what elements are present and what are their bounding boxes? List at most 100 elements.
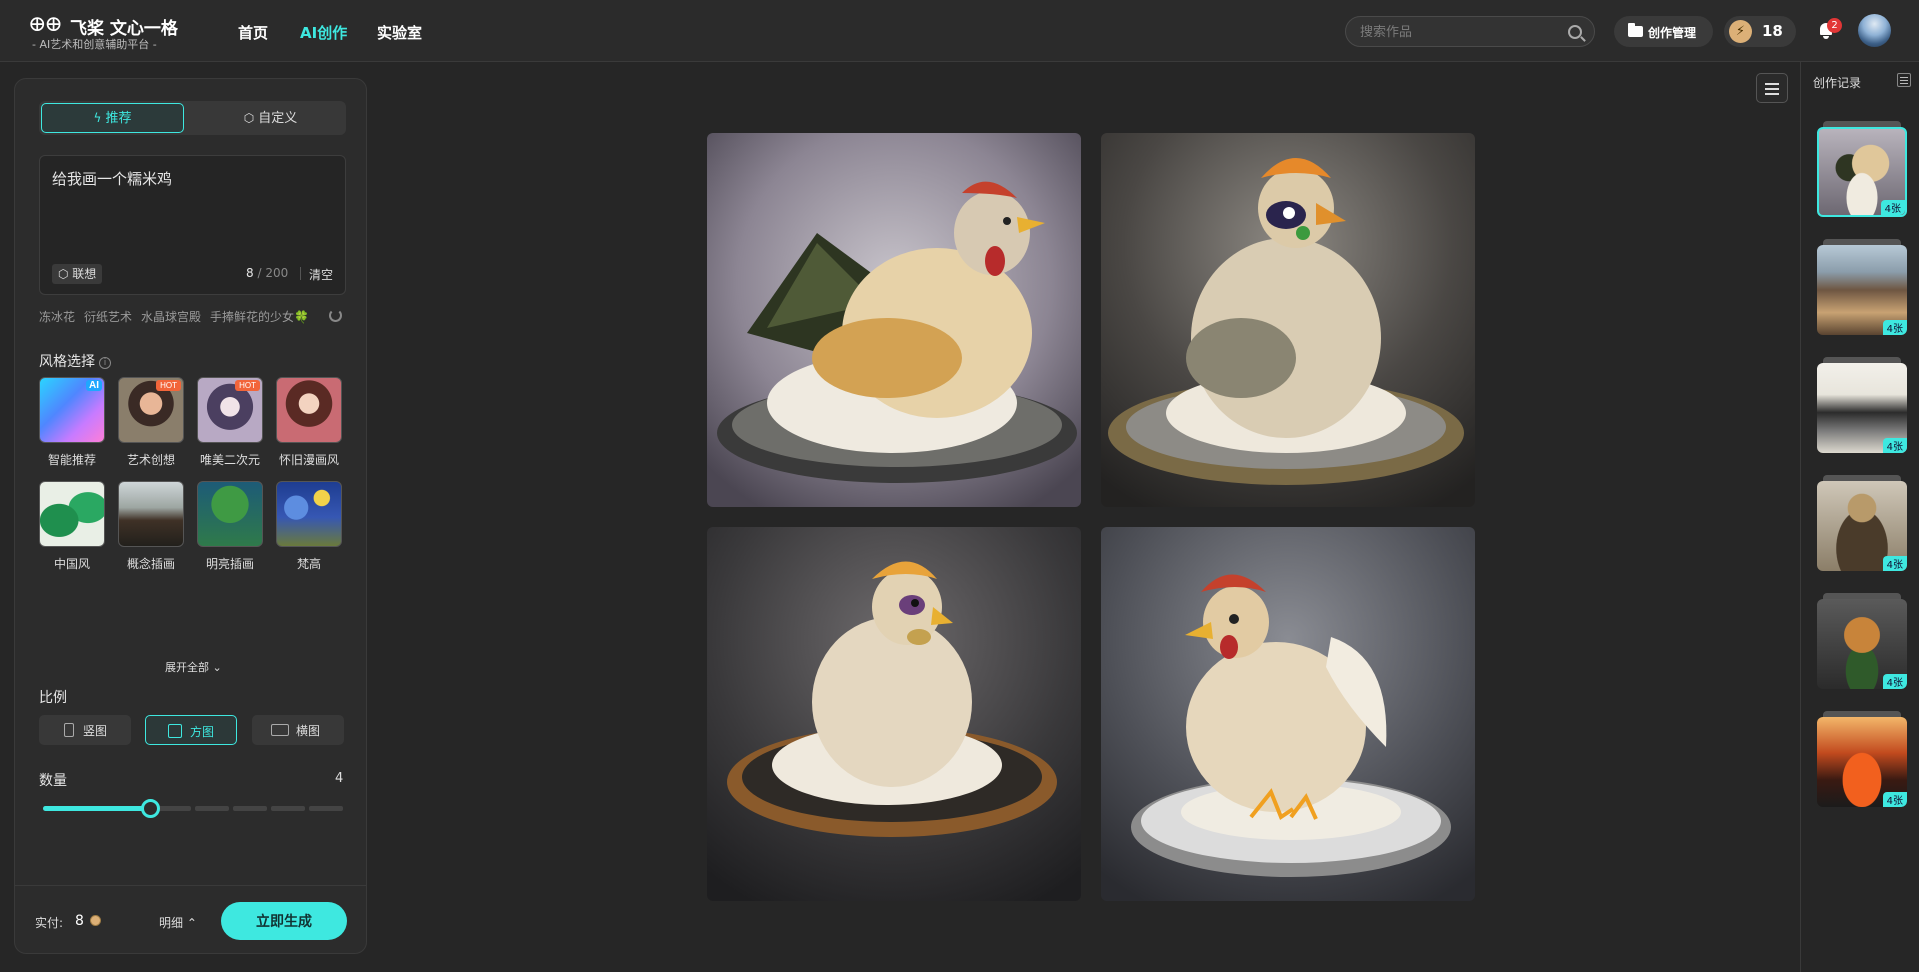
top-bar: ⊕⊕ 飞桨 文心一格 - AI艺术和创意辅助平台 - 首页 AI创作 实验室 创…: [0, 0, 1919, 62]
quantity-section-title: 数量: [39, 773, 67, 789]
list-view-toggle[interactable]: [1756, 73, 1788, 103]
style-section-title: 风格选择 i: [39, 351, 111, 371]
clear-button[interactable]: 清空: [309, 266, 333, 283]
history-item[interactable]: 4张: [1817, 357, 1907, 453]
image-count-badge: 4张: [1880, 200, 1905, 215]
style-thumbnail: [197, 481, 263, 547]
creation-manage-button[interactable]: 创作管理: [1614, 16, 1713, 47]
history-thumbnail: 4张: [1817, 127, 1907, 217]
details-toggle[interactable]: 明细 ⌃: [159, 914, 197, 931]
tab-custom[interactable]: ⬡ 自定义: [199, 103, 342, 133]
generate-button[interactable]: 立即生成: [221, 902, 347, 940]
suggestion-tag[interactable]: 手捧鲜花的少女🍀: [210, 308, 309, 325]
nav-lab[interactable]: 实验室: [377, 22, 422, 43]
credits-display[interactable]: ⚡ 18: [1724, 16, 1796, 47]
hot-badge: HOT: [235, 380, 260, 391]
result-image-3[interactable]: [707, 527, 1081, 901]
refresh-icon[interactable]: [329, 309, 342, 322]
quantity-slider[interactable]: [43, 799, 343, 818]
search-icon[interactable]: [1568, 25, 1582, 39]
rice-chicken-bronze-plate-image: [707, 527, 1081, 901]
history-thumbnail: 4张: [1817, 717, 1907, 807]
history-thumbnail: 4张: [1817, 245, 1907, 335]
image-count-badge: 4张: [1882, 438, 1907, 453]
image-count-badge: 4张: [1882, 792, 1907, 807]
slider-handle[interactable]: [141, 799, 160, 818]
style-name: 怀旧漫画风: [278, 453, 339, 467]
tab-recommend[interactable]: ϟ 推荐: [41, 103, 184, 133]
suggestion-tags: 冻冰花 衍纸艺术 水晶球宫殿 手捧鲜花的少女🍀: [39, 308, 318, 326]
style-name: 艺术创想: [126, 453, 175, 467]
info-icon[interactable]: i: [99, 357, 111, 369]
ratio-label: 竖图: [83, 724, 108, 738]
ratio-label: 横图: [296, 724, 321, 738]
creation-manage-label: 创作管理: [1648, 26, 1697, 40]
nav-ai-create[interactable]: AI创作: [300, 22, 347, 43]
zongzi-chicken-image: [707, 133, 1081, 507]
char-counter: 8 / 200: [246, 266, 288, 280]
folder-icon: [1628, 23, 1643, 37]
style-name: 概念插画: [126, 557, 175, 571]
history-thumbnail: 4张: [1817, 363, 1907, 453]
style-name: 唯美二次元: [199, 453, 260, 467]
result-image-4[interactable]: [1101, 527, 1475, 901]
landscape-icon: [271, 724, 289, 736]
result-image-1[interactable]: [707, 133, 1081, 507]
suggestion-tag[interactable]: 水晶球宫殿: [141, 308, 201, 325]
ratio-portrait-button[interactable]: 竖图: [39, 715, 131, 745]
avatar[interactable]: [1858, 14, 1891, 47]
rice-chicken-image: [1101, 133, 1475, 507]
history-item[interactable]: 4张: [1817, 121, 1907, 217]
style-name: 中国风: [53, 557, 90, 571]
list-menu-icon[interactable]: [1897, 73, 1911, 87]
logo-subtitle: - AI艺术和创意辅助平台 -: [32, 38, 157, 51]
quantity-value: 4: [335, 771, 344, 786]
char-max: / 200: [257, 266, 289, 280]
style-name: 明亮插画: [205, 557, 254, 571]
ratio-landscape-button[interactable]: 横图: [252, 715, 344, 745]
history-sidebar: 创作记录 4张 4张 4张 4张 4张 4张: [1800, 62, 1919, 972]
style-title-label: 风格选择: [39, 354, 95, 370]
logo-mark: ⊕⊕: [28, 12, 63, 37]
suggestion-tag[interactable]: 冻冰花: [39, 308, 75, 325]
style-name: 智能推荐: [47, 453, 96, 467]
search-input[interactable]: [1360, 22, 1560, 42]
style-thumbnail: [276, 481, 342, 547]
image-count-badge: 4张: [1882, 556, 1907, 571]
rice-chicken-standing-image: [1101, 527, 1475, 901]
ratio-label: 方图: [190, 725, 215, 739]
style-thumbnail: [276, 377, 342, 443]
coin-icon: [90, 915, 101, 926]
checklist-icon: [1765, 83, 1779, 85]
history-item[interactable]: 4张: [1817, 711, 1907, 807]
checklist-icon: [1765, 93, 1779, 95]
slider-segment: [195, 806, 229, 811]
ratio-square-button[interactable]: 方图: [145, 715, 237, 745]
prompt-text[interactable]: 给我画一个糯米鸡: [52, 168, 172, 189]
expand-all-link[interactable]: 展开全部 ⌄: [165, 659, 222, 675]
slider-segment: [233, 806, 267, 811]
associate-button[interactable]: ⬡ 联想: [52, 264, 103, 284]
style-name: 梵高: [296, 557, 321, 571]
history-thumbnail: 4张: [1817, 599, 1907, 689]
square-icon: [168, 724, 182, 738]
associate-label: 联想: [72, 267, 97, 281]
ratio-section-title: 比例: [39, 690, 67, 706]
notification-badge: 2: [1827, 18, 1842, 33]
search-box: [1345, 16, 1595, 47]
hot-badge: HOT: [156, 380, 181, 391]
nav-home[interactable]: 首页: [238, 22, 268, 43]
style-thumbnail: [118, 481, 184, 547]
pay-amount: 8: [75, 913, 84, 929]
suggestion-tag[interactable]: 衍纸艺术: [84, 308, 132, 325]
prompt-input[interactable]: 给我画一个糯米鸡 ⬡ 联想 8 / 200 清空: [39, 155, 346, 295]
logo[interactable]: ⊕⊕ 飞桨 文心一格 - AI艺术和创意辅助平台 -: [28, 12, 178, 52]
style-thumbnail: HOT: [118, 377, 184, 443]
image-count-badge: 4张: [1882, 674, 1907, 689]
history-item[interactable]: 4张: [1817, 593, 1907, 689]
style-thumbnail: HOT: [197, 377, 263, 443]
checklist-icon: [1765, 88, 1779, 90]
history-item[interactable]: 4张: [1817, 239, 1907, 335]
result-image-2[interactable]: [1101, 133, 1475, 507]
history-item[interactable]: 4张: [1817, 475, 1907, 571]
